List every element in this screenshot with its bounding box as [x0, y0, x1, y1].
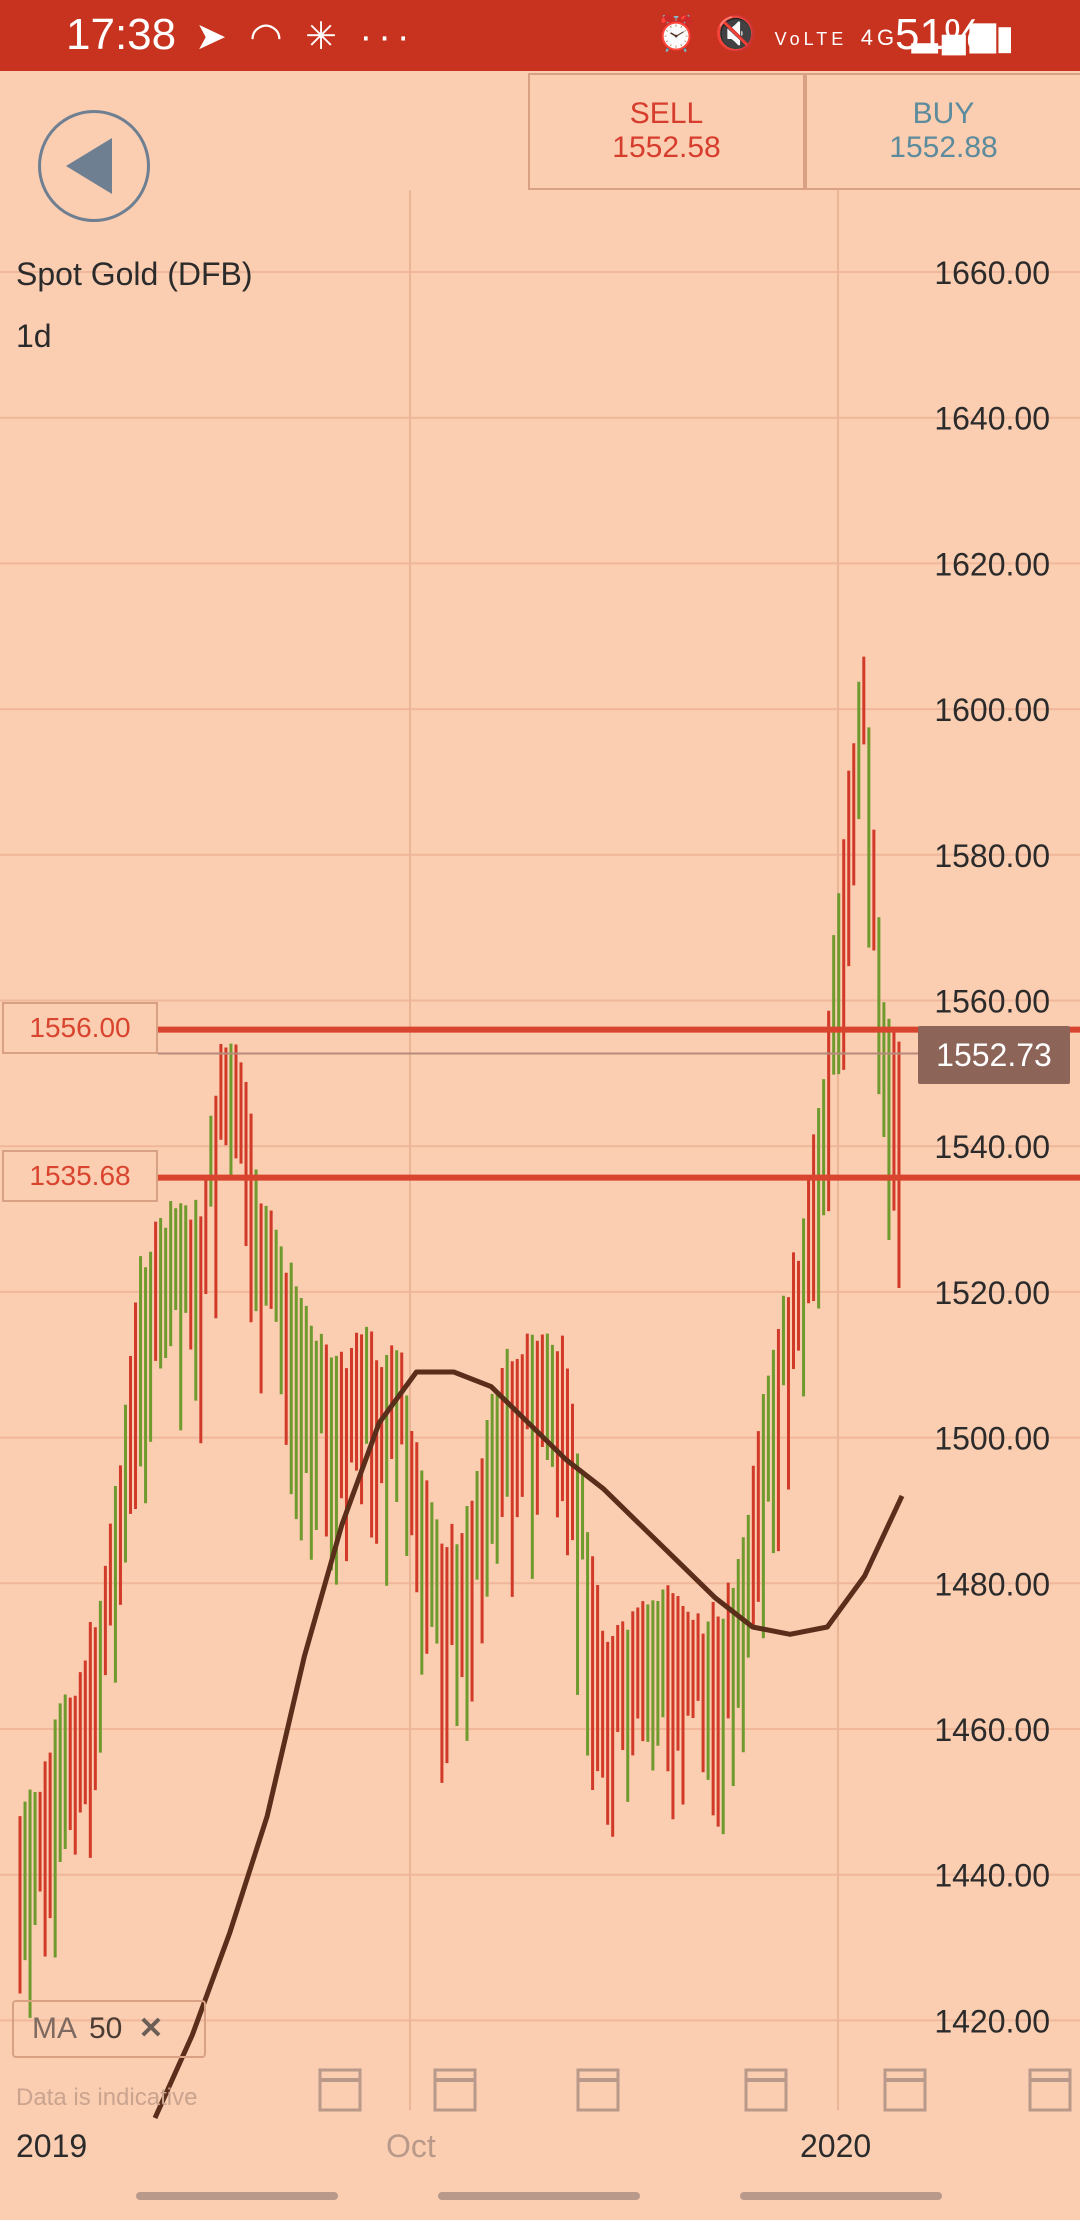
status-time: 17:38: [66, 10, 177, 59]
mute-icon: 🔇: [714, 15, 762, 53]
nav-pill-right[interactable]: [740, 2192, 942, 2200]
x-axis-label-2020: 2020: [800, 2128, 872, 2164]
x-axis-label-oct: Oct: [386, 2128, 436, 2164]
volte-icon: VoLTE: [774, 29, 848, 49]
sell-button[interactable]: SELL 1552.58: [528, 73, 805, 190]
telegram-icon: ➤: [195, 16, 233, 58]
level-label-upper[interactable]: 1556.00: [2, 1002, 158, 1054]
calendar-icon: [744, 2068, 788, 2112]
y-tick-label: 1580.00: [934, 838, 1050, 874]
calendar-icon: [576, 2068, 620, 2112]
buy-price: 1552.88: [889, 131, 998, 164]
y-tick-label: 1520.00: [934, 1275, 1050, 1311]
network-4g-icon: 4G: [860, 25, 899, 50]
current-price-tag: 1552.73: [918, 1026, 1070, 1084]
battery-icon: ▮: [995, 19, 1015, 57]
y-tick-label: 1640.00: [934, 401, 1050, 437]
nav-pill-center[interactable]: [438, 2192, 640, 2200]
calendar-icon: [1028, 2068, 1072, 2112]
battery-indicator: 51% ▮: [895, 10, 1014, 60]
y-tick-label: 1600.00: [934, 692, 1050, 728]
y-tick-label: 1660.00: [934, 255, 1050, 291]
back-arrow-icon: [66, 138, 112, 194]
y-tick-label: 1500.00: [934, 1421, 1050, 1457]
sell-price: 1552.58: [612, 131, 721, 164]
disclaimer-text: Data is indicative: [16, 2084, 198, 2111]
calendar-icon: [433, 2068, 477, 2112]
level-label-lower[interactable]: 1535.68: [2, 1150, 158, 1202]
y-tick-label: 1560.00: [934, 984, 1050, 1020]
y-tick-label: 1540.00: [934, 1129, 1050, 1165]
x-axis-label-2019: 2019: [16, 2128, 88, 2164]
chart-period[interactable]: 1d: [16, 318, 52, 355]
calendar-icon: [318, 2068, 362, 2112]
podcast-icon: ✳: [305, 16, 343, 58]
buy-button[interactable]: BUY 1552.88: [805, 73, 1080, 190]
price-chart[interactable]: 1660.00 1640.00 1620.00 1600.00 1580.00 1560.…: [0, 190, 1080, 2120]
nav-pill-left[interactable]: [136, 2192, 338, 2200]
more-dots-icon: ···: [359, 16, 416, 58]
y-tick-label: 1440.00: [934, 1858, 1050, 1894]
y-tick-label: 1460.00: [934, 1712, 1050, 1748]
calendar-icon: [883, 2068, 927, 2112]
cloud-icon: ◠: [249, 16, 289, 58]
battery-percent: 51%: [895, 10, 984, 59]
y-tick-label: 1420.00: [934, 2003, 1050, 2039]
alarm-icon: ⏰: [655, 15, 702, 53]
buy-label: BUY: [912, 97, 975, 130]
ma-indicator-chip[interactable]: MA 50 ✕: [12, 2000, 206, 2058]
instrument-name: Spot Gold (DFB): [16, 256, 253, 292]
close-icon[interactable]: ✕: [138, 2012, 163, 2045]
ma-period: 50: [89, 2012, 123, 2045]
y-tick-label: 1620.00: [934, 546, 1050, 582]
ma-label: MA: [32, 2012, 77, 2045]
y-tick-label: 1480.00: [934, 1566, 1050, 1602]
sell-label: SELL: [629, 97, 704, 130]
status-icons-left: ➤ ◠ ✳ ···: [195, 14, 416, 59]
status-bar: 17:38 ➤ ◠ ✳ ··· ⏰ 🔇 VoLTE 4G ▂▄▆ 51% ▮: [0, 0, 1080, 71]
